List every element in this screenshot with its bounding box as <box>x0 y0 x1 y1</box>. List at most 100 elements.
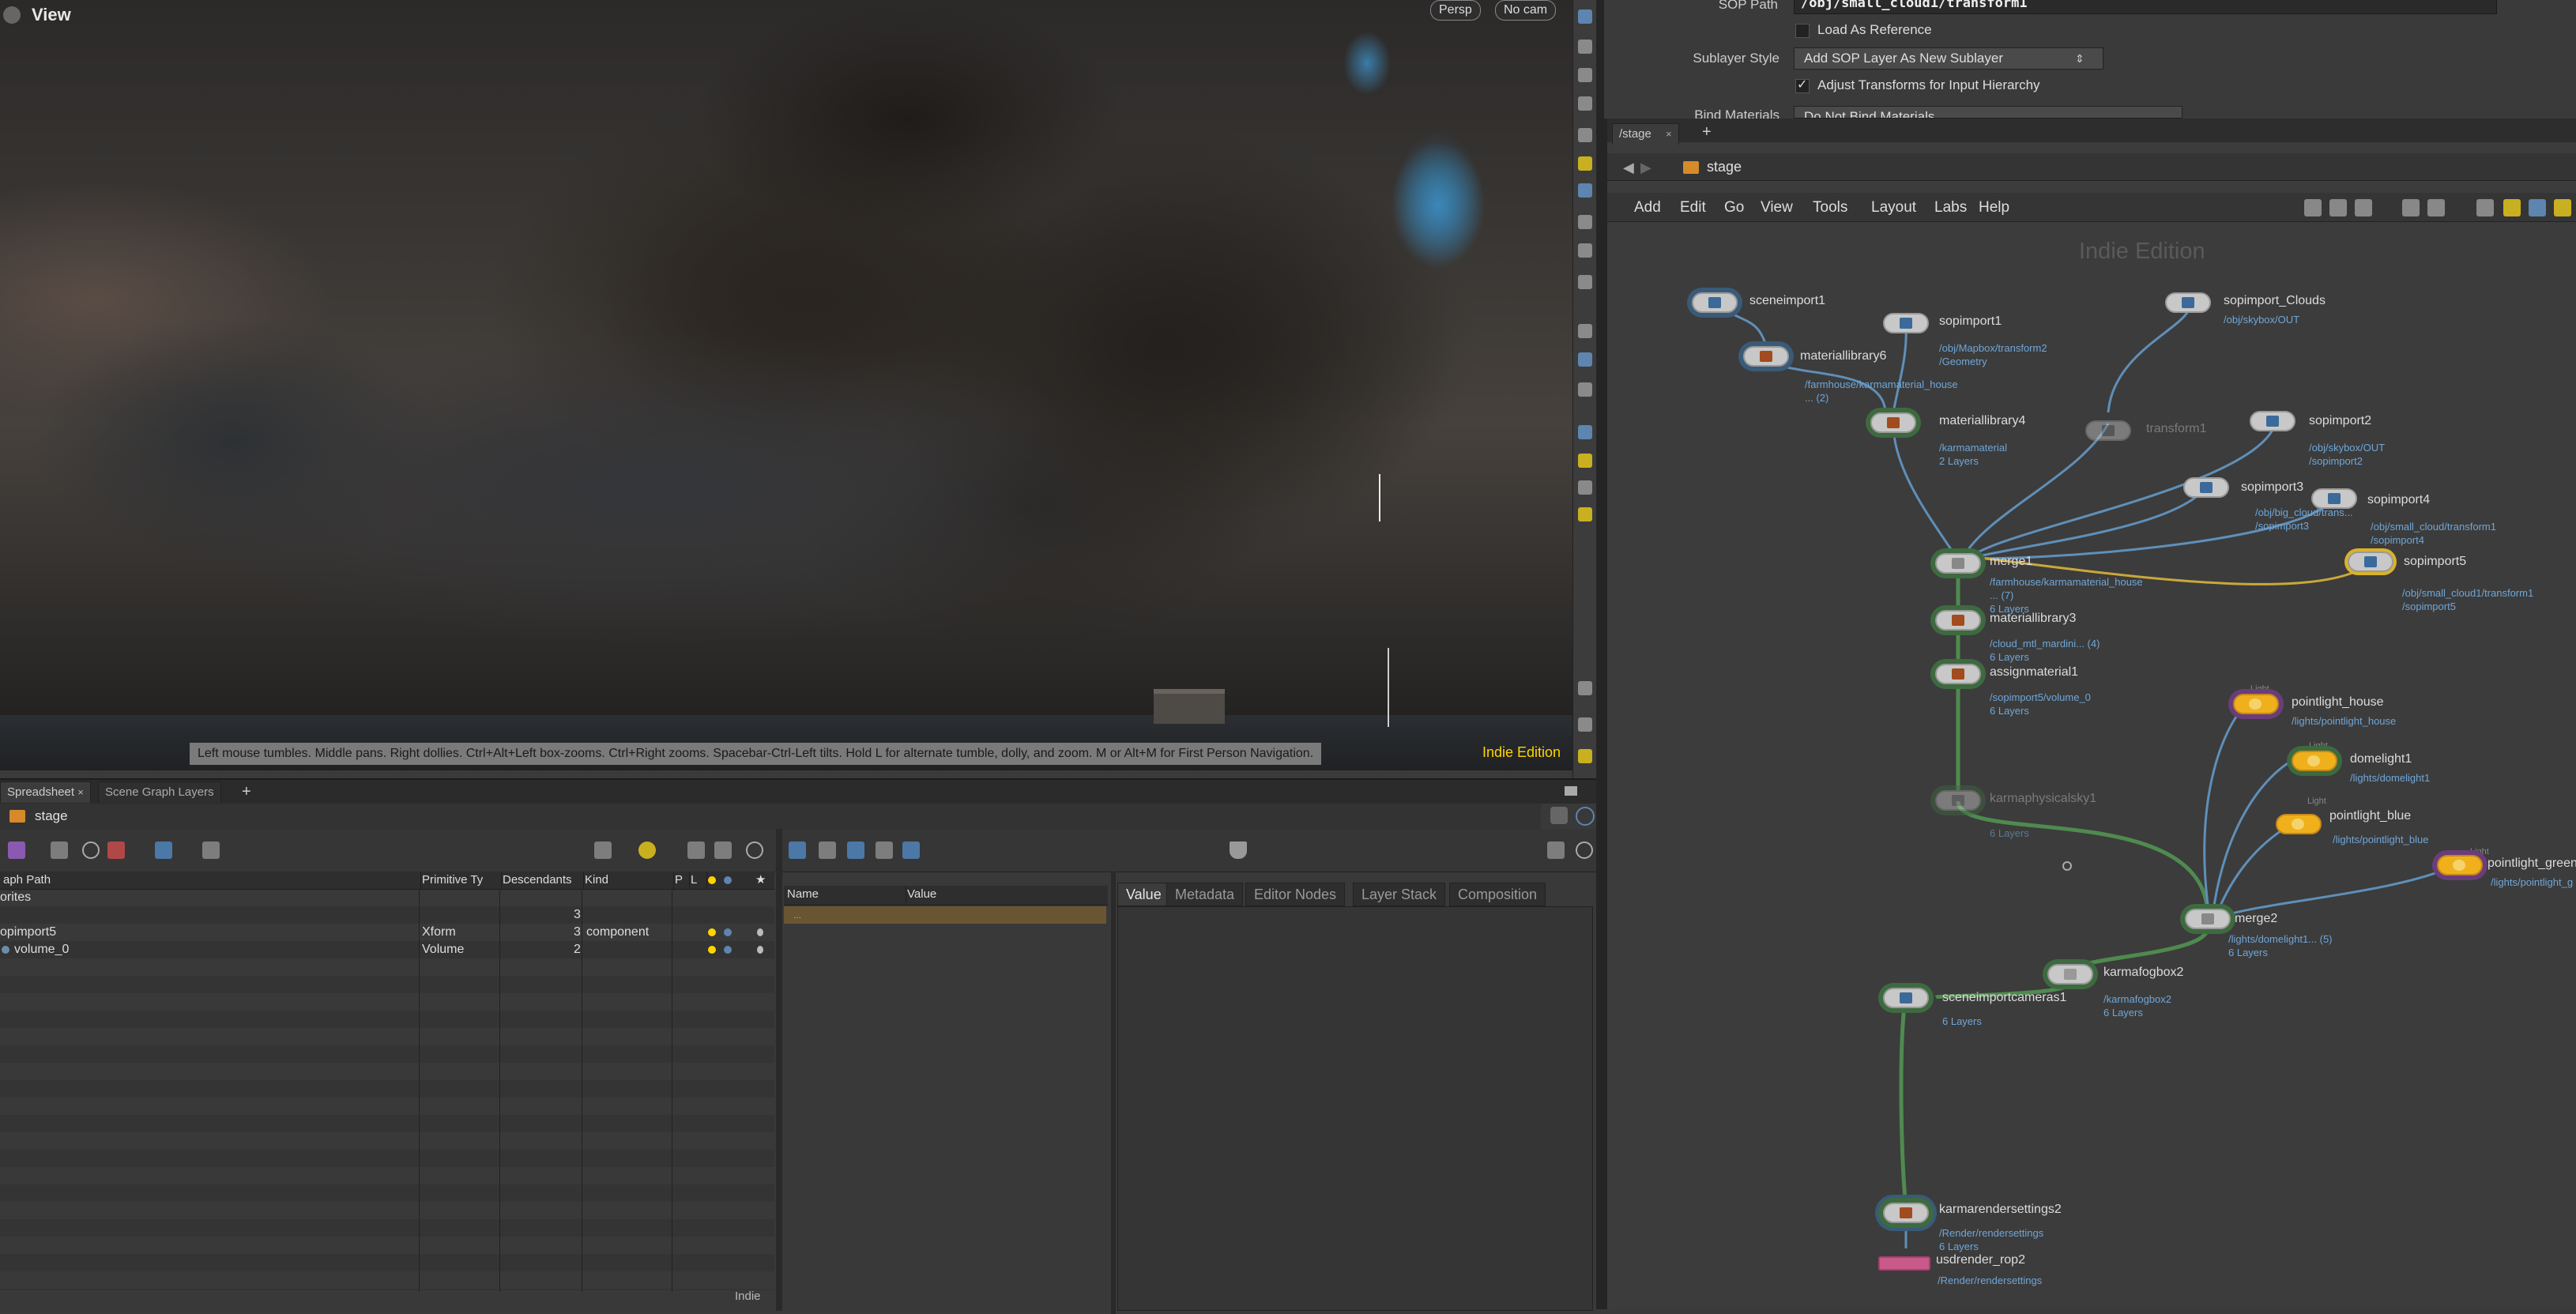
tree-row[interactable]: 3 <box>0 906 774 924</box>
node-usdrender-rop2[interactable] <box>1878 1256 1930 1271</box>
close-icon[interactable] <box>1578 96 1592 111</box>
pause-icon[interactable] <box>1578 352 1592 367</box>
help-icon[interactable] <box>1576 841 1593 859</box>
palette-icon[interactable] <box>1578 425 1592 439</box>
object-icon[interactable] <box>1578 480 1592 495</box>
column-selectable-icon[interactable] <box>736 872 754 889</box>
sublayer-style-dropdown[interactable]: Add SOP Layer As New Sublayer <box>1794 47 2103 70</box>
camera-select-button[interactable]: No cam <box>1495 0 1557 21</box>
main-splitter[interactable] <box>1596 0 1604 1309</box>
node-karmafogbox2[interactable] <box>2047 964 2093 985</box>
info-icon[interactable] <box>82 841 100 859</box>
node-materiallibrary6[interactable] <box>1743 346 1789 367</box>
view-tree-icon[interactable] <box>789 841 806 859</box>
column-kind[interactable]: Kind <box>582 872 674 889</box>
node-sopimport4[interactable] <box>2311 488 2357 509</box>
node-merge1[interactable] <box>1935 553 1981 574</box>
node-merge2[interactable] <box>2185 909 2231 929</box>
node-karmaphysicalsky1[interactable] <box>1935 790 1981 811</box>
node-sceneimportcameras1[interactable] <box>1883 988 1929 1008</box>
shading-icon[interactable] <box>1578 128 1592 142</box>
add-tab-icon[interactable]: + <box>242 783 251 801</box>
node-sopimport5[interactable] <box>2348 552 2393 572</box>
search-prims-icon[interactable] <box>107 841 125 859</box>
help-icon[interactable] <box>746 841 763 859</box>
visibility-icon[interactable] <box>1578 324 1592 338</box>
tab-scene-graph-layers[interactable]: Scene Graph Layers <box>98 781 221 803</box>
eye-icon[interactable] <box>1578 681 1592 695</box>
visibility-toggle-icon[interactable] <box>724 928 732 936</box>
scene-viewport[interactable]: View Persp No cam Left mouse tumbles. Mi… <box>0 0 1572 770</box>
node-sopimport2[interactable] <box>2250 411 2295 431</box>
tab-editor-nodes[interactable]: Editor Nodes <box>1245 883 1346 906</box>
network-editor[interactable]: /stage × + ◀ ▶ stage Add Edit Go View To… <box>1604 119 2576 1309</box>
column-visible-icon[interactable] <box>721 872 738 889</box>
node-materiallibrary4[interactable] <box>1870 412 1916 433</box>
light-bulb-icon[interactable] <box>1578 243 1592 258</box>
node-sopimport-clouds[interactable] <box>2165 292 2211 313</box>
frame-icon[interactable] <box>594 841 612 859</box>
tab-composition[interactable]: Composition <box>1449 883 1546 906</box>
node-pointlight-blue[interactable] <box>2276 814 2322 834</box>
view-matrix-icon[interactable] <box>902 841 920 859</box>
tree-row[interactable]: volume_0 Volume 2 <box>0 941 774 958</box>
node-sopimport3[interactable] <box>2183 477 2229 498</box>
column-descendants[interactable]: Descendants <box>499 872 584 889</box>
adjust-transforms-checkbox[interactable] <box>1795 77 1810 93</box>
display-options-icon[interactable] <box>1578 9 1592 24</box>
gear-icon[interactable] <box>687 841 705 859</box>
collapse-icon[interactable] <box>202 841 220 859</box>
show-selected-icon[interactable] <box>155 841 172 859</box>
link-icon[interactable] <box>1576 807 1595 826</box>
sop-path-field[interactable]: /obj/small_cloud1/transform1 <box>1794 0 2497 14</box>
select-cursor-icon[interactable] <box>757 928 763 936</box>
lock-icon[interactable] <box>1578 68 1592 82</box>
camera-icon[interactable] <box>714 841 732 859</box>
view-rows-icon[interactable] <box>876 841 893 859</box>
tab-metadata[interactable]: Metadata <box>1166 883 1244 906</box>
tree-row[interactable]: opimport5 Xform 3 component <box>0 924 774 941</box>
tree-row[interactable]: orites <box>0 889 774 906</box>
bind-materials-dropdown[interactable]: Do Not Bind Materials <box>1794 106 2182 119</box>
lighting-icon[interactable] <box>1578 156 1592 171</box>
node-sopimport1[interactable] <box>1883 313 1929 333</box>
filter-icon[interactable] <box>1230 841 1247 859</box>
pane-splitter[interactable] <box>776 829 782 1311</box>
view-columns-icon[interactable] <box>847 841 864 859</box>
grid-icon[interactable] <box>1578 454 1592 468</box>
layout-icon[interactable] <box>1578 749 1592 763</box>
active-toggle-icon[interactable] <box>708 946 716 954</box>
node-assignmaterial1[interactable] <box>1935 664 1981 684</box>
pane-splitter[interactable] <box>1111 872 1116 1314</box>
render-icon[interactable] <box>1578 382 1592 397</box>
tab-value[interactable]: Value <box>1117 883 1170 906</box>
load-as-reference-checkbox[interactable] <box>1795 24 1810 38</box>
headlight-icon[interactable] <box>1578 183 1592 198</box>
tab-spreadsheet[interactable]: Spreadsheet × <box>0 781 91 803</box>
column-name[interactable]: Name <box>784 886 906 903</box>
node-pointlight-green[interactable] <box>2437 855 2483 875</box>
pane-menu-icon[interactable] <box>1565 786 1577 796</box>
node-materiallibrary3[interactable] <box>1935 610 1981 631</box>
export-icon[interactable] <box>1547 841 1565 859</box>
attribute-row-placeholder[interactable]: ... <box>784 906 1106 924</box>
close-tab-icon[interactable]: × <box>77 786 84 798</box>
node-transform1[interactable] <box>2085 420 2131 441</box>
scene-graph-icon[interactable] <box>8 841 25 859</box>
pin-icon[interactable] <box>1550 807 1568 824</box>
active-toggle-icon[interactable] <box>708 928 716 936</box>
tab-layer-stack[interactable]: Layer Stack <box>1353 883 1446 906</box>
camera-mode-button[interactable]: Persp <box>1430 0 1481 21</box>
node-domelight1[interactable] <box>2292 751 2337 771</box>
snap-icon[interactable] <box>1578 40 1592 54</box>
light-bulb-icon[interactable] <box>1578 215 1592 229</box>
node-pointlight-house[interactable] <box>2233 694 2279 714</box>
node-sceneimport1[interactable] <box>1692 292 1738 313</box>
visibility-toggle-icon[interactable] <box>724 946 732 954</box>
view-list-icon[interactable] <box>819 841 836 859</box>
filter-tree-icon[interactable] <box>51 841 68 859</box>
node-karmarendersettings2[interactable] <box>1883 1203 1929 1223</box>
spreadsheet-path-bar[interactable]: stage <box>0 804 1541 830</box>
select-cursor-icon[interactable] <box>757 946 763 954</box>
fog-icon[interactable] <box>1578 507 1592 521</box>
